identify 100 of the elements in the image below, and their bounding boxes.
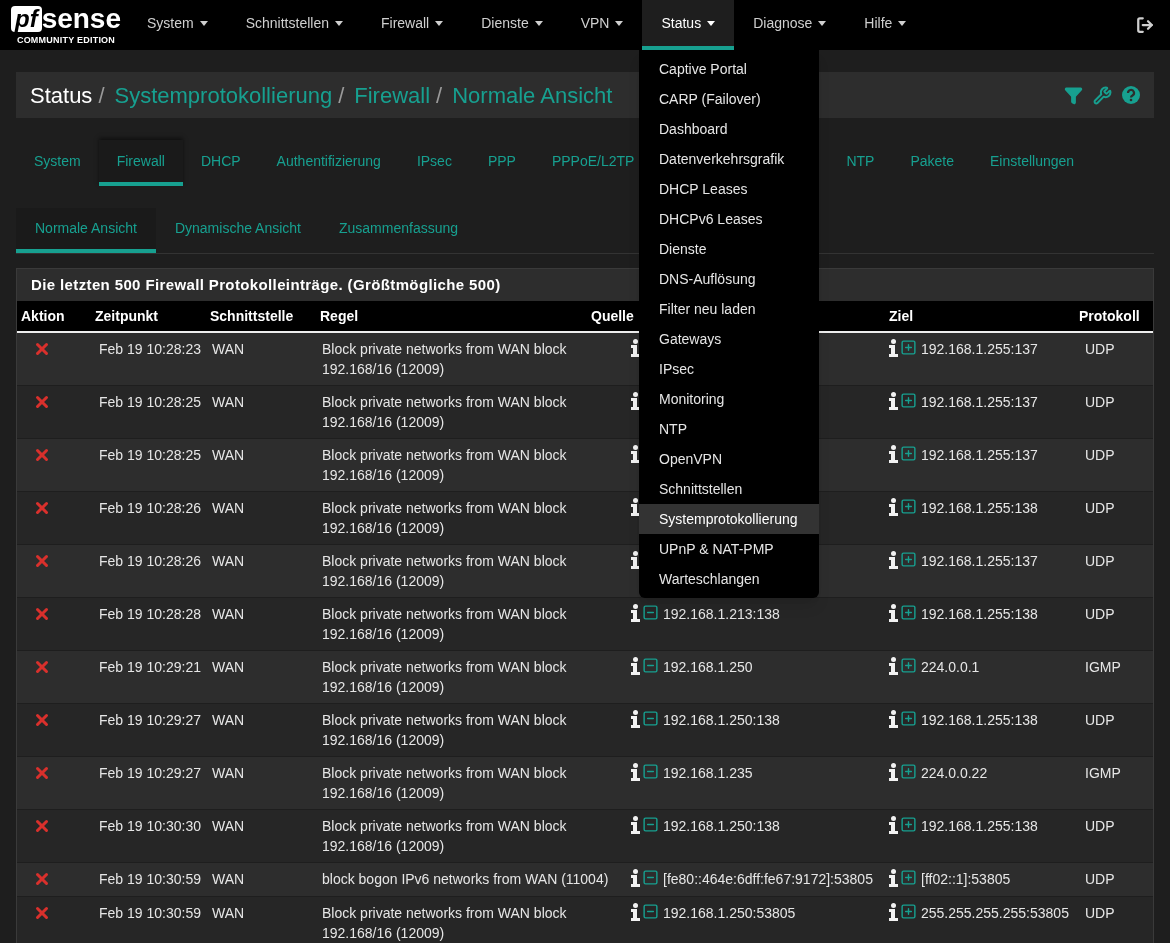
- caret-icon: [707, 20, 716, 26]
- menu-item[interactable]: OpenVPN: [639, 444, 819, 474]
- minus-square-icon[interactable]: [642, 869, 659, 886]
- tab[interactable]: Einstellungen: [972, 140, 1093, 186]
- minus-square-icon[interactable]: [642, 763, 659, 780]
- plus-square-icon[interactable]: [900, 710, 917, 727]
- tab[interactable]: Dynamische Ansicht: [155, 208, 320, 253]
- plus-square-icon[interactable]: [900, 339, 917, 356]
- info-icon[interactable]: [889, 657, 898, 675]
- table-cell-text: Block private networks from WAN block 192.168/16 (12009): [321, 711, 568, 750]
- minus-square-icon[interactable]: [642, 816, 659, 833]
- table-cell-text: 192.168.1.250:138: [662, 711, 780, 730]
- menu-item[interactable]: Dienste: [639, 234, 819, 264]
- minus-square-icon[interactable]: [642, 710, 659, 727]
- table-cell-text: 192.168.1.250:138: [662, 817, 780, 836]
- nav-menu[interactable]: Dienste: [462, 0, 562, 50]
- info-icon[interactable]: [631, 551, 640, 569]
- nav-menu[interactable]: VPN: [561, 0, 643, 50]
- nav-menu[interactable]: Hilfe: [845, 0, 926, 50]
- tab[interactable]: Authentifizierung: [258, 140, 399, 186]
- info-icon[interactable]: [889, 763, 898, 781]
- info-icon[interactable]: [631, 657, 640, 675]
- caret-icon: [898, 20, 907, 26]
- help-icon[interactable]: [1122, 86, 1140, 104]
- breadcrumb-link[interactable]: Systemprotokollierung: [114, 78, 333, 112]
- plus-square-icon[interactable]: [900, 657, 917, 674]
- tab[interactable]: IPsec: [398, 140, 470, 186]
- info-icon[interactable]: [631, 816, 640, 834]
- info-icon[interactable]: [889, 903, 898, 921]
- menu-item[interactable]: CARP (Failover): [639, 84, 819, 114]
- tab[interactable]: Pakete: [892, 140, 972, 186]
- table-cell-text: WAN: [211, 904, 246, 923]
- info-icon[interactable]: [631, 392, 640, 410]
- tab[interactable]: System: [16, 140, 99, 186]
- menu-item[interactable]: IPsec: [639, 354, 819, 384]
- info-icon[interactable]: [889, 869, 898, 887]
- info-icon[interactable]: [631, 339, 640, 357]
- plus-square-icon[interactable]: [900, 392, 917, 409]
- plus-square-icon[interactable]: [900, 551, 917, 568]
- plus-square-icon[interactable]: [900, 604, 917, 621]
- plus-square-icon[interactable]: [900, 763, 917, 780]
- filter-icon[interactable]: [1064, 85, 1083, 105]
- tab[interactable]: NTP: [828, 140, 893, 186]
- menu-item[interactable]: Captive Portal: [639, 54, 819, 84]
- info-icon[interactable]: [889, 604, 898, 622]
- info-icon[interactable]: [889, 551, 898, 569]
- tab[interactable]: Zusammenfassung: [320, 208, 478, 253]
- plus-square-icon[interactable]: [900, 816, 917, 833]
- tab[interactable]: Firewall: [98, 140, 183, 186]
- plus-square-icon[interactable]: [900, 498, 917, 515]
- settings-icon[interactable]: [1093, 85, 1112, 105]
- minus-square-icon[interactable]: [642, 903, 659, 920]
- nav-menu[interactable]: Status: [642, 0, 735, 50]
- tab[interactable]: Normale Ansicht: [16, 208, 156, 253]
- menu-item[interactable]: Warteschlangen: [639, 564, 819, 594]
- plus-square-icon[interactable]: [900, 869, 917, 886]
- table-cell-text: 192.168.1.255:137: [920, 393, 1038, 412]
- menu-item[interactable]: UPnP & NAT-PMP: [639, 534, 819, 564]
- column-header: Regel: [319, 306, 359, 326]
- tab[interactable]: DHCP: [182, 140, 259, 186]
- plus-square-icon[interactable]: [900, 445, 917, 462]
- info-icon[interactable]: [631, 903, 640, 921]
- table-cell-text: UDP: [1084, 340, 1116, 359]
- table-cell-text: UDP: [1084, 499, 1116, 518]
- nav-menu[interactable]: Schnittstellen: [226, 0, 362, 50]
- logo[interactable]: pfsense COMMUNITY EDITION: [0, 0, 128, 50]
- table-cell-text: 192.168.1.255:138: [920, 711, 1038, 730]
- info-icon[interactable]: [889, 445, 898, 463]
- tab[interactable]: PPP: [469, 140, 534, 186]
- info-icon[interactable]: [631, 445, 640, 463]
- logout-icon[interactable]: [1136, 16, 1154, 34]
- menu-item[interactable]: Gateways: [639, 324, 819, 354]
- table-cell-text: 192.168.1.250: [662, 658, 753, 677]
- info-icon[interactable]: [631, 710, 640, 728]
- caret-icon: [615, 20, 624, 26]
- menu-item[interactable]: DNS-Auflösung: [639, 264, 819, 294]
- info-icon[interactable]: [889, 816, 898, 834]
- info-icon[interactable]: [631, 763, 640, 781]
- info-icon[interactable]: [631, 604, 640, 622]
- nav-menu[interactable]: Firewall: [361, 0, 463, 50]
- menu-item[interactable]: NTP: [639, 414, 819, 444]
- nav-menu[interactable]: Diagnose: [734, 0, 846, 50]
- menu-item[interactable]: Monitoring: [639, 384, 819, 414]
- info-icon[interactable]: [889, 710, 898, 728]
- nav-menu[interactable]: System: [128, 0, 227, 50]
- menu-item[interactable]: Filter neu laden: [639, 294, 819, 324]
- breadcrumb-link[interactable]: Firewall: [354, 78, 431, 112]
- menu-item[interactable]: DHCPv6 Leases: [639, 204, 819, 234]
- table-cell-text: UDP: [1084, 552, 1116, 571]
- info-icon[interactable]: [631, 869, 640, 887]
- info-icon[interactable]: [889, 392, 898, 410]
- menu-item[interactable]: Schnittstellen: [639, 474, 819, 504]
- info-icon[interactable]: [889, 498, 898, 516]
- breadcrumb-link[interactable]: Normale Ansicht: [452, 78, 613, 112]
- info-icon[interactable]: [889, 339, 898, 357]
- minus-square-icon[interactable]: [642, 657, 659, 674]
- minus-square-icon[interactable]: [642, 604, 659, 621]
- menu-item[interactable]: Systemprotokollierung: [639, 504, 819, 534]
- info-icon[interactable]: [631, 498, 640, 516]
- plus-square-icon[interactable]: [900, 903, 917, 920]
